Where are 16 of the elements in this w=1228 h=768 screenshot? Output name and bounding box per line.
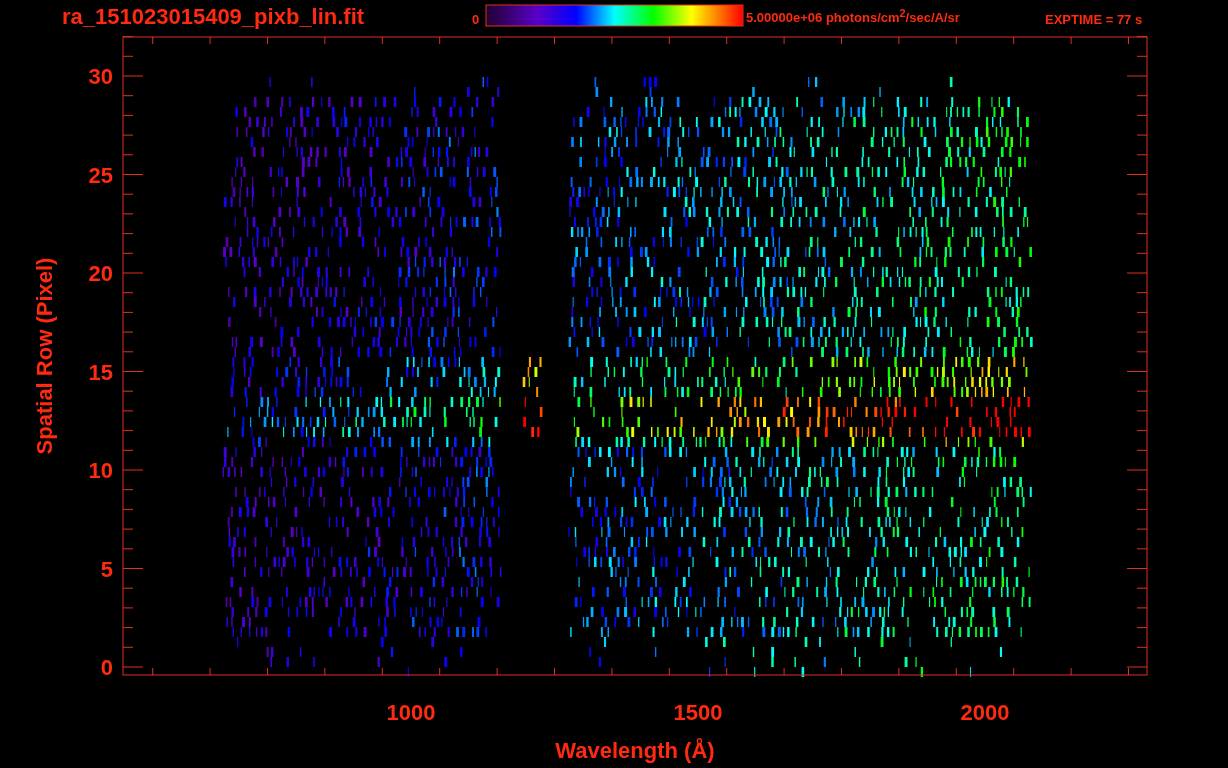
- y-axis-label: Spatial Row (Pixel): [32, 257, 57, 455]
- y-tick-label: 20: [88, 261, 113, 286]
- x-axis-label: Wavelength (Å): [555, 738, 715, 763]
- x-tick-label: 1000: [386, 700, 436, 725]
- file-title: ra_151023015409_pixb_lin.fit: [62, 4, 365, 29]
- y-tick-label: 5: [100, 556, 113, 582]
- y-tick-label: 15: [88, 359, 113, 385]
- y-tick-label: 25: [88, 162, 113, 188]
- y-tick-label: 10: [88, 458, 113, 483]
- y-tick-label: 0: [100, 655, 113, 680]
- colorbar-min-label: 0: [472, 12, 480, 27]
- x-tick-label: 2000: [960, 700, 1010, 725]
- colorbar-max-label: 5.00000e+06 photons/cm$^{2}$/sec/A/sr: [746, 7, 960, 26]
- x-tick-label: 1500: [673, 700, 723, 725]
- y-tick-label: 30: [88, 64, 113, 89]
- exposure-time: EXPTIME = 77 s: [1045, 12, 1143, 27]
